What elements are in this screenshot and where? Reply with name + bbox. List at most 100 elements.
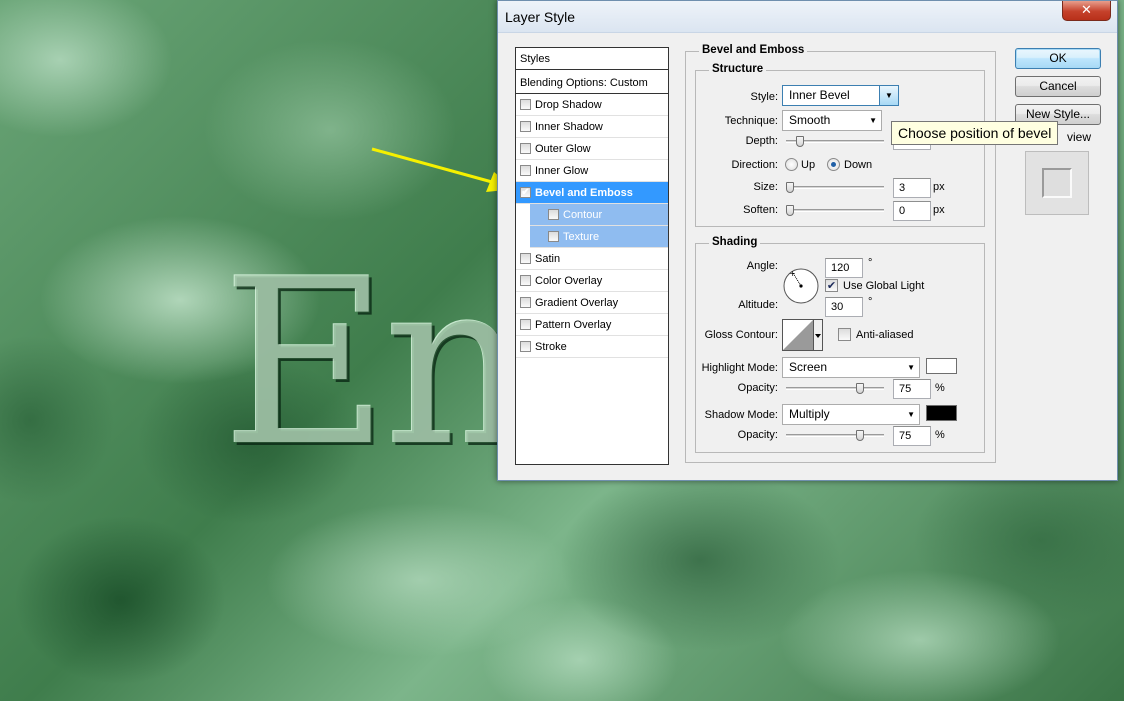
global-light-checkbox[interactable]: ✔ [825,279,838,292]
blending-options-item[interactable]: Blending Options: Custom [516,72,668,94]
style-item-label: Inner Shadow [535,121,603,133]
direction-up-radio[interactable] [785,158,798,171]
style-checkbox[interactable] [520,98,531,110]
global-light-label: Use Global Light [843,280,925,292]
shading-title: Shading [709,236,761,248]
style-item-label: Gradient Overlay [535,297,619,309]
style-item-stroke[interactable]: Stroke [516,336,668,358]
style-item-label: Inner Glow [535,165,589,177]
structure-title: Structure [709,63,767,75]
svg-text:+: + [789,269,796,278]
highlight-opacity-slider-thumb[interactable] [855,383,864,394]
ok-button[interactable]: OK [1015,48,1101,69]
styles-header[interactable]: Styles [516,48,668,70]
shadow-mode-value: Multiply [789,407,830,421]
style-item-label: Texture [563,231,600,243]
style-checkbox[interactable]: ✔ [520,186,531,198]
technique-label: Technique: [724,115,778,127]
dialog-client: Styles Blending Options: Custom Drop Sha… [498,34,1117,480]
style-item-gradient-overlay[interactable]: Gradient Overlay [516,292,668,314]
dialog-title: Layer Style [505,9,576,25]
style-item-texture[interactable]: Texture [530,226,668,248]
style-checkbox[interactable] [520,252,531,264]
style-item-bevel-and-emboss[interactable]: ✔ Bevel and Emboss [516,182,668,204]
size-slider-thumb[interactable] [786,182,794,193]
highlight-mode-select[interactable]: Screen ▼ [782,357,920,378]
size-unit: px [933,181,945,193]
chevron-down-icon: ▼ [907,410,915,419]
shadow-opacity-unit: % [935,429,945,441]
style-item-contour[interactable]: Contour [530,204,668,226]
style-checkbox[interactable] [548,208,559,220]
chevron-down-icon: ▼ [879,86,898,105]
highlight-color-swatch[interactable] [926,358,957,374]
shadow-opacity-slider[interactable] [786,434,884,437]
style-item-drop-shadow[interactable]: Drop Shadow [516,94,668,116]
style-item-label: Pattern Overlay [535,319,612,331]
cancel-button[interactable]: Cancel [1015,76,1101,97]
style-item-label: Drop Shadow [535,99,602,111]
bevel-emboss-title: Bevel and Emboss [699,44,808,56]
style-item-label: Color Overlay [535,275,603,287]
style-checkbox[interactable] [520,164,531,176]
style-checkbox[interactable] [520,142,531,154]
preview-thumbnail [1042,168,1072,198]
style-item-inner-glow[interactable]: Inner Glow [516,160,668,182]
style-item-satin[interactable]: Satin [516,248,668,270]
style-item-label: Outer Glow [535,143,591,155]
angle-label: Angle: [746,260,778,272]
angle-degree: ° [868,257,873,269]
size-label: Size: [753,181,778,193]
soften-slider[interactable] [786,209,884,212]
highlight-opacity-slider[interactable] [786,387,884,390]
shadow-mode-select[interactable]: Multiply ▼ [782,404,920,425]
style-select[interactable]: Inner Bevel ▼ [782,85,899,106]
highlight-opacity-label: Opacity: [737,382,778,394]
gloss-contour-picker[interactable] [782,319,824,351]
gloss-contour-label: Gloss Contour: [704,329,778,341]
angle-field[interactable]: 120 [825,258,863,278]
direction-label: Direction: [731,159,778,171]
size-slider[interactable] [786,186,884,189]
style-item-label: Contour [563,209,603,221]
depth-slider-thumb[interactable] [796,136,804,147]
shadow-opacity-slider-thumb[interactable] [855,430,864,441]
style-item-pattern-overlay[interactable]: Pattern Overlay [516,314,668,336]
style-item-outer-glow[interactable]: Outer Glow [516,138,668,160]
style-item-color-overlay[interactable]: Color Overlay [516,270,668,292]
close-icon: ✕ [1081,3,1092,18]
style-checkbox[interactable] [520,296,531,308]
highlight-opacity-field[interactable]: 75 [893,379,931,399]
soften-field[interactable]: 0 [893,201,931,221]
depth-label: Depth: [745,135,778,147]
style-checkbox[interactable] [520,120,531,132]
anti-aliased-checkbox[interactable] [838,328,851,341]
styles-list: Styles Blending Options: Custom Drop Sha… [515,47,669,465]
shadow-opacity-field[interactable]: 75 [893,426,931,446]
close-button[interactable]: ✕ [1062,1,1111,21]
style-checkbox[interactable] [548,230,559,242]
styles-header-label: Styles [520,53,550,65]
style-item-inner-shadow[interactable]: Inner Shadow [516,116,668,138]
dialog-titlebar[interactable]: Layer Style ✕ [498,1,1117,33]
angle-dial[interactable]: + [782,267,820,305]
direction-down-label: Down [844,159,873,171]
size-field[interactable]: 3 [893,178,931,198]
soften-slider-thumb[interactable] [786,205,794,216]
technique-select[interactable]: Smooth ▼ [782,110,882,131]
style-item-label: Stroke [535,341,567,353]
highlight-opacity-unit: % [935,382,945,394]
soften-unit: px [933,204,945,216]
embossed-text-layer: Emb [222,250,522,498]
style-checkbox[interactable] [520,274,531,286]
style-checkbox[interactable] [520,318,531,330]
layer-style-dialog: Layer Style ✕ Styles Blending Options: C… [497,0,1118,481]
shadow-color-swatch[interactable] [926,405,957,421]
altitude-field[interactable]: 30 [825,297,863,317]
blending-options-label: Blending Options: Custom [520,77,648,89]
tooltip: Choose position of bevel [891,121,1059,145]
direction-down-radio[interactable] [827,158,840,171]
style-value: Inner Bevel [789,88,850,102]
style-checkbox[interactable] [520,340,531,352]
preview-box [1025,151,1089,215]
